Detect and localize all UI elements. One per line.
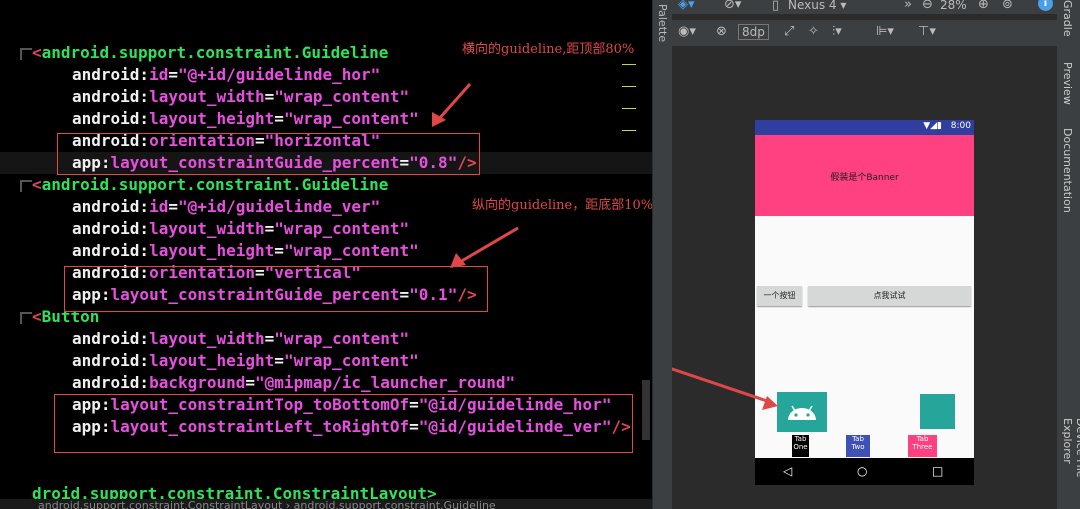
breadcrumb: android.support.constraint.ConstraintLay… — [0, 499, 652, 509]
editor-scrollbar[interactable] — [642, 380, 650, 440]
documentation-tab[interactable]: Documentation — [1061, 128, 1074, 213]
gutter-tick — [622, 64, 636, 65]
gutter-tick — [622, 86, 636, 87]
gradle-tab[interactable]: Gradle — [1061, 0, 1074, 37]
code-editor[interactable]: <android.support.constraint.Guideline and… — [0, 0, 652, 509]
annotation-arrows — [432, 83, 519, 268]
right-tool-strip: Gradle Preview Documentation Device File… — [1057, 0, 1080, 509]
annotation-arrow-button — [672, 367, 778, 410]
preview-tab[interactable]: Preview — [1061, 62, 1074, 105]
palette-strip[interactable]: Palette — [652, 0, 673, 509]
design-panel: ◈▾ ⊘▾ ▯ Nexus 4 ▾ » ⊖ 28% ⊕ ⊚ i ◉▾ ⊗ 8dp… — [672, 0, 1057, 509]
gutter-tick — [622, 130, 636, 131]
gutter-tick — [622, 108, 636, 109]
device-file-explorer-tab[interactable]: Device File Explorer — [1061, 418, 1080, 509]
palette-tab[interactable]: Palette — [656, 4, 669, 42]
